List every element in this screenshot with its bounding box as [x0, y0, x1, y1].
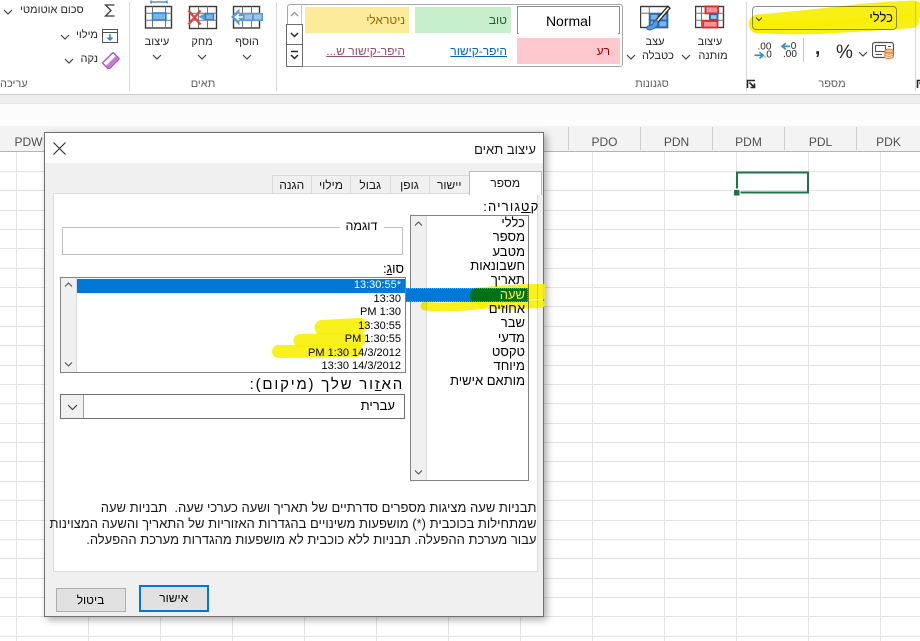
svg-text:.0: .0	[764, 50, 773, 61]
svg-text:.00: .00	[783, 49, 797, 60]
